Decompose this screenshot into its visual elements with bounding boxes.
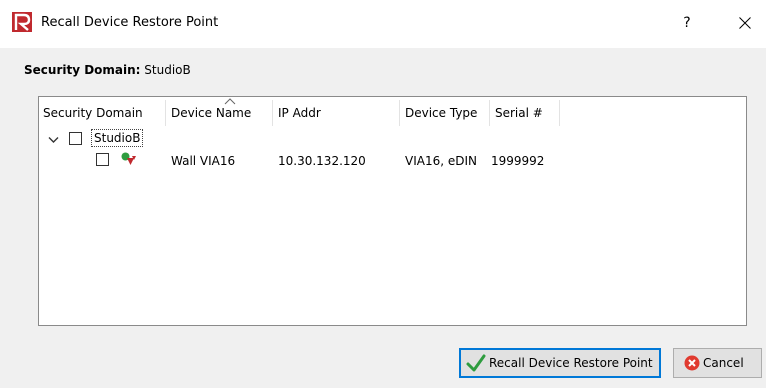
column-header-ip-addr[interactable]: IP Addr bbox=[278, 106, 321, 120]
device-type-cell: VIA16, eDIN bbox=[405, 154, 477, 168]
ip-addr-cell: 10.30.132.120 bbox=[278, 154, 366, 168]
cancel-icon bbox=[684, 355, 700, 371]
close-icon bbox=[739, 17, 751, 29]
recall-button-label: Recall Device Restore Point bbox=[489, 356, 653, 370]
cancel-button[interactable]: Cancel bbox=[673, 348, 762, 378]
security-domain-value: StudioB bbox=[144, 63, 191, 77]
column-divider[interactable] bbox=[272, 100, 273, 126]
group-name[interactable]: StudioB bbox=[91, 129, 144, 147]
column-divider[interactable] bbox=[165, 100, 166, 126]
column-divider[interactable] bbox=[399, 100, 400, 126]
device-tree[interactable]: Security Domain Device Name IP Addr Devi… bbox=[38, 96, 747, 326]
device-checkbox[interactable] bbox=[96, 153, 109, 166]
column-header-serial[interactable]: Serial # bbox=[495, 106, 543, 120]
column-divider[interactable] bbox=[489, 100, 490, 126]
device-status-icon bbox=[121, 152, 136, 165]
chevron-down-icon[interactable] bbox=[48, 136, 59, 144]
app-logo-icon bbox=[12, 12, 32, 32]
column-divider[interactable] bbox=[559, 100, 560, 126]
column-header-device-name[interactable]: Device Name bbox=[171, 106, 251, 120]
group-checkbox[interactable] bbox=[69, 132, 82, 145]
security-domain-label: Security Domain: bbox=[24, 63, 141, 77]
security-domain-info: Security Domain: StudioB bbox=[24, 63, 191, 77]
device-name-cell: Wall VIA16 bbox=[171, 154, 236, 168]
title-bar: Recall Device Restore Point ? bbox=[0, 0, 766, 48]
serial-cell: 1999992 bbox=[491, 154, 545, 168]
column-header-device-type[interactable]: Device Type bbox=[405, 106, 477, 120]
cancel-button-label: Cancel bbox=[703, 356, 744, 370]
close-button[interactable] bbox=[733, 11, 757, 35]
help-button[interactable]: ? bbox=[676, 11, 698, 35]
column-header-security-domain[interactable]: Security Domain bbox=[43, 106, 143, 120]
recall-restore-point-button[interactable]: Recall Device Restore Point bbox=[459, 348, 661, 378]
sort-ascending-icon bbox=[224, 98, 236, 105]
window-title: Recall Device Restore Point bbox=[41, 15, 219, 30]
checkmark-icon bbox=[466, 354, 486, 372]
